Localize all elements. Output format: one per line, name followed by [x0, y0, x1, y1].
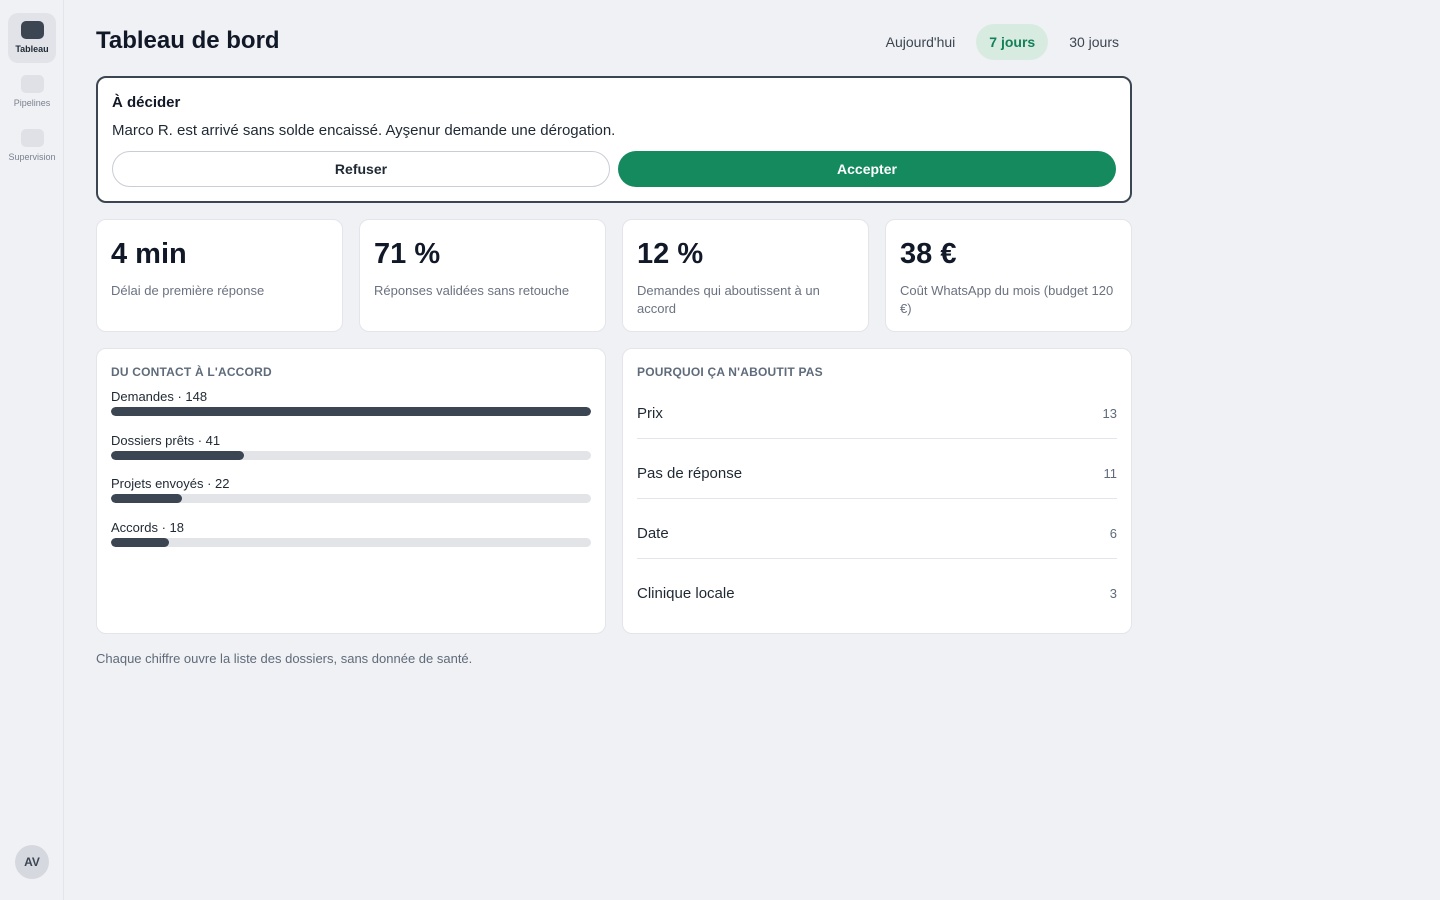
funnel-stage-label: Accords · 18 [111, 520, 184, 535]
sidebar: Tableau Pipelines Supervision AV [0, 0, 64, 900]
reasons-panel: POURQUOI ÇA N'ABOUTIT PAS Prix 13 Pas de… [622, 348, 1132, 634]
funnel-bar-fill [111, 451, 244, 460]
sidebar-item-pipelines[interactable]: Pipelines [8, 67, 56, 117]
sidebar-item-label: Supervision [8, 152, 56, 162]
page-title: Tableau de bord [96, 27, 280, 54]
supervision-icon [20, 129, 44, 147]
pipelines-icon [20, 75, 44, 93]
reasons-title: POURQUOI ÇA N'ABOUTIT PAS [637, 365, 823, 379]
funnel-stage-label: Projets envoyés · 22 [111, 476, 230, 491]
range-tabs: Aujourd'hui 7 jours 30 jours [873, 24, 1132, 60]
funnel-panel: DU CONTACT À L'ACCORD Demandes · 148 Dos… [96, 348, 606, 634]
kpi-value: 12 % [637, 238, 704, 270]
sidebar-item-tableau[interactable]: Tableau [8, 13, 56, 63]
kpi-label: Coût WhatsApp du mois (budget 120 €) [900, 283, 1114, 316]
funnel-bar-track [111, 407, 591, 416]
dashboard-icon [20, 21, 44, 39]
funnel-bar-track [111, 538, 591, 547]
tab-today[interactable]: Aujourd'hui [873, 24, 969, 60]
funnel-stage-accords[interactable]: Accords · 18 [111, 520, 591, 547]
kpi-card-conversion[interactable]: 12 % Demandes qui aboutissent à un accor… [622, 219, 869, 332]
reason-label: Date [637, 524, 669, 542]
sidebar-item-label: Tableau [15, 44, 49, 54]
funnel-bar-fill [111, 407, 591, 416]
avatar[interactable]: AV [15, 845, 49, 879]
kpi-label: Délai de première réponse [111, 283, 265, 298]
reason-label: Clinique locale [637, 584, 735, 602]
reason-label: Prix [637, 404, 663, 422]
sidebar-item-label: Pipelines [13, 98, 51, 108]
funnel-stage-demandes[interactable]: Demandes · 148 [111, 389, 591, 416]
reason-count: 3 [1109, 585, 1117, 601]
funnel-bar-fill [111, 494, 183, 503]
decision-title: À décider [112, 94, 181, 111]
tab-30-days[interactable]: 30 jours [1056, 24, 1132, 60]
reason-count: 11 [1103, 465, 1118, 481]
kpi-value: 4 min [111, 238, 187, 270]
reason-row-pas-de-reponse[interactable]: Pas de réponse 11 [637, 443, 1117, 503]
funnel-title: DU CONTACT À L'ACCORD [111, 365, 272, 379]
kpi-value: 71 % [374, 238, 441, 270]
reason-row-date[interactable]: Date 6 [637, 503, 1117, 563]
reason-count: 6 [1109, 525, 1117, 541]
kpi-card-validated-replies[interactable]: 71 % Réponses validées sans retouche [359, 219, 606, 332]
tab-7-days[interactable]: 7 jours [976, 24, 1049, 60]
footnote: Chaque chiffre ouvre la liste des dossie… [96, 651, 473, 666]
divider [637, 558, 1117, 559]
kpi-label: Réponses validées sans retouche [374, 283, 570, 298]
reason-row-prix[interactable]: Prix 13 [637, 383, 1117, 443]
funnel-bar-track [111, 494, 591, 503]
funnel-bar-fill [111, 538, 170, 547]
reason-row-clinique-locale[interactable]: Clinique locale 3 [637, 563, 1117, 623]
decision-message: Marco R. est arrivé sans solde encaissé.… [112, 122, 616, 139]
reason-count: 13 [1102, 405, 1117, 421]
divider [637, 438, 1117, 439]
reason-label: Pas de réponse [637, 464, 743, 482]
divider [637, 498, 1117, 499]
funnel-stage-projets-envoyes[interactable]: Projets envoyés · 22 [111, 476, 591, 503]
funnel-stage-label: Demandes · 148 [111, 389, 208, 404]
accept-button[interactable]: Accepter [618, 151, 1116, 187]
sidebar-item-supervision[interactable]: Supervision [8, 121, 56, 171]
kpi-label: Demandes qui aboutissent à un accord [637, 283, 820, 316]
kpi-value: 38 € [900, 238, 957, 270]
decision-card: À décider Marco R. est arrivé sans solde… [96, 76, 1132, 203]
funnel-stage-label: Dossiers prêts · 41 [111, 433, 221, 448]
kpi-card-response-time[interactable]: 4 min Délai de première réponse [96, 219, 343, 332]
kpi-card-whatsapp-cost[interactable]: 38 € Coût WhatsApp du mois (budget 120 €… [885, 219, 1132, 332]
funnel-bar-track [111, 451, 591, 460]
funnel-stage-dossiers-prets[interactable]: Dossiers prêts · 41 [111, 433, 591, 460]
refuse-button[interactable]: Refuser [112, 151, 610, 187]
